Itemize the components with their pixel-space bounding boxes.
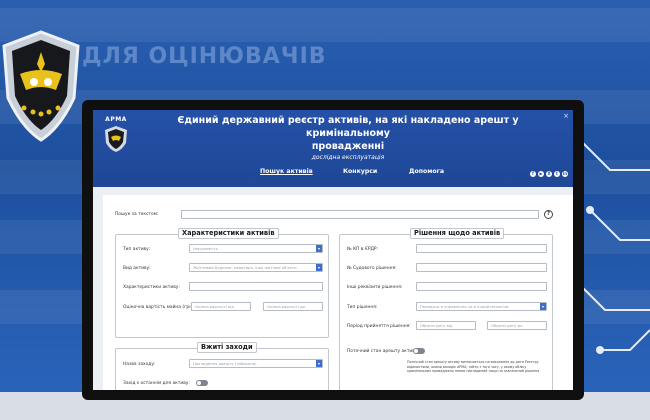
chevron-down-icon: ▾	[316, 264, 322, 271]
shield-emblem-icon	[2, 30, 80, 142]
decision-type-label: Тип рішення:	[347, 305, 378, 310]
asset-kind-value: Житловий будинок, квартира, інші житлові…	[193, 265, 297, 270]
monitor: АРМА Єдиний державний реєстр активів, на…	[82, 100, 584, 400]
title-block: Єдиний державний реєстр активів, на які …	[143, 114, 553, 161]
telegram-icon[interactable]: t	[554, 171, 560, 177]
search-form: Пошук за текстом: ? Характеристики актив…	[103, 195, 573, 390]
decision-type-value: Передача в управління чи в інший механіз…	[420, 304, 509, 309]
chevron-down-icon: ▾	[316, 245, 322, 252]
search-label: Пошук за текстом:	[115, 212, 159, 217]
asset-kind-select[interactable]: Житловий будинок, квартира, інші житлові…	[189, 263, 323, 272]
search-input[interactable]	[181, 210, 539, 219]
close-icon[interactable]: ×	[563, 112, 569, 120]
page-title-line1: Єдиний державний реєстр активів, на які …	[177, 115, 519, 139]
asset-characteristics-label: Характеристики активу:	[123, 285, 180, 290]
facebook-icon[interactable]: f	[530, 171, 536, 177]
case-number-input[interactable]	[416, 244, 547, 253]
last-measure-toggle[interactable]	[196, 380, 208, 386]
asset-type-select[interactable]: Нерухомість ▾	[189, 244, 323, 253]
decision-type-select[interactable]: Передача в управління чи в інший механіз…	[416, 302, 547, 311]
help-icon[interactable]: ?	[544, 210, 553, 219]
decision-period-label: Період прийняття рішення:	[347, 324, 411, 329]
arrest-state-label: Поточний стан арешту активу:	[347, 349, 419, 354]
asset-kind-label: Вид активу:	[123, 266, 151, 271]
asset-type-label: Тип активу:	[123, 247, 151, 252]
arrest-state-toggle[interactable]	[413, 348, 425, 354]
nav-asset-search[interactable]: Пошук активів	[260, 168, 313, 175]
nav-contests[interactable]: Конкурси	[343, 168, 377, 175]
main-nav: Пошук активів Конкурси Допомога	[93, 168, 573, 180]
decision-title: Рішення щодо активів	[410, 228, 505, 239]
background-stripe	[0, 8, 650, 42]
characteristics-title: Характеристики активів	[178, 228, 279, 239]
last-measure-label: Захід є останнім для активу:	[123, 381, 190, 386]
value-to-input[interactable]: Оцінка вартості до	[263, 302, 323, 311]
court-decision-input[interactable]	[416, 263, 547, 272]
measure-name-value: Накладення арешту (заборони)	[193, 361, 257, 366]
date-to-input[interactable]: Обрати дату до	[487, 321, 547, 330]
page-subtitle: дослідна експлуатація	[311, 154, 385, 161]
app-header: АРМА Єдиний державний реєстр активів, на…	[93, 110, 573, 187]
value-from-input[interactable]: Оцінка вартості від	[191, 302, 251, 311]
background-banner-text: ДЛЯ ОЦІНЮВАЧІВ	[82, 44, 327, 69]
social-links: f ▶ X t in	[530, 171, 568, 177]
x-icon[interactable]: X	[546, 171, 552, 177]
arma-logo[interactable]: АРМА	[101, 116, 131, 153]
chevron-down-icon: ▾	[540, 303, 546, 310]
page-title-line2: провадженні	[311, 141, 385, 152]
asset-type-value: Нерухомість	[193, 246, 218, 251]
other-details-label: Інші реквізити рішення:	[347, 285, 403, 290]
screen: АРМА Єдиний державний реєстр активів, на…	[93, 110, 573, 390]
valuation-label: Оціночна вартість майна (грн):	[123, 305, 196, 310]
court-decision-label: № Судового рішення:	[347, 266, 397, 271]
arrest-state-note: Поточний стан арешту активу визначається…	[407, 360, 540, 374]
nav-help[interactable]: Допомога	[409, 168, 444, 175]
asset-characteristics-input[interactable]	[189, 282, 323, 291]
measure-name-label: Назва заходу:	[123, 362, 156, 367]
measures-title: Вжиті заходи	[197, 342, 257, 353]
youtube-icon[interactable]: ▶	[538, 171, 544, 177]
linkedin-icon[interactable]: in	[562, 171, 568, 177]
logo-text: АРМА	[105, 116, 127, 123]
other-details-input[interactable]	[416, 282, 547, 291]
shield-logo-icon	[105, 126, 127, 152]
chevron-down-icon: ▾	[316, 360, 322, 367]
measure-name-select[interactable]: Накладення арешту (заборони) ▾	[189, 359, 323, 368]
date-from-input[interactable]: Обрати дату від	[416, 321, 476, 330]
case-number-label: № КП в ЄРДР:	[347, 247, 379, 252]
